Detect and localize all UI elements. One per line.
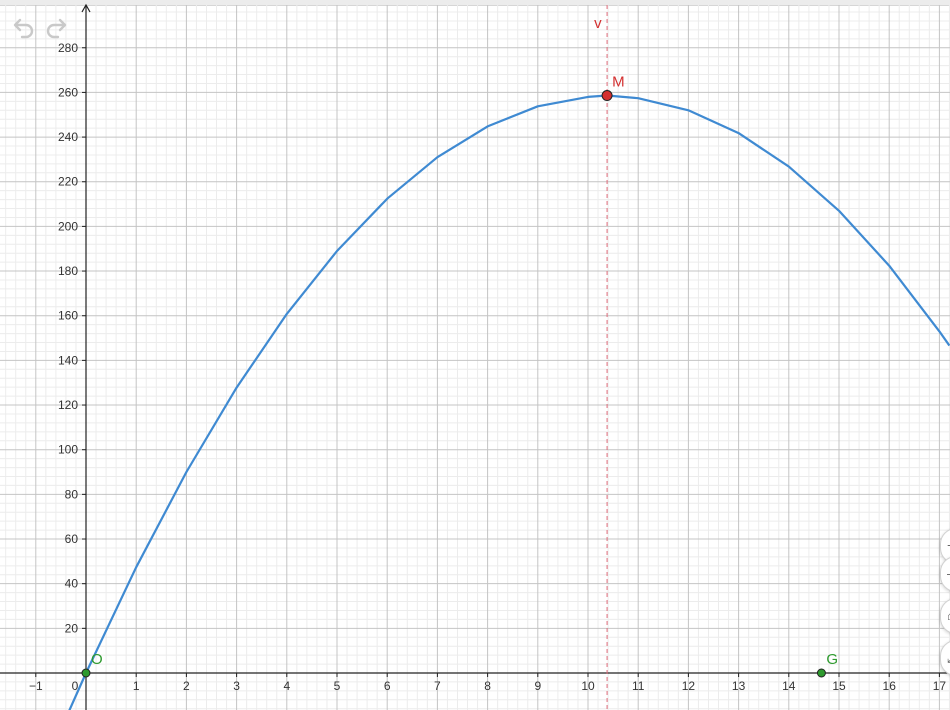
x-tick-label: 14 [782, 679, 796, 693]
x-tick-label: 7 [434, 679, 441, 693]
point-G[interactable] [816, 668, 826, 678]
point-label-M: M [612, 74, 625, 91]
y-tick-label: 60 [65, 532, 79, 546]
x-tick-label: 5 [334, 679, 341, 693]
y-tick-label: 80 [65, 487, 79, 501]
point-label-G: G [826, 651, 838, 668]
x-tick-label: 12 [682, 679, 696, 693]
x-tick-label: 2 [183, 679, 190, 693]
y-tick-label: 20 [65, 621, 79, 635]
x-tick-label: 17 [933, 679, 947, 693]
y-tick-label: 280 [58, 41, 78, 55]
y-tick-label: 100 [58, 443, 78, 457]
x-tick-label: 16 [883, 679, 897, 693]
y-tick-label: 40 [65, 577, 79, 591]
x-tick-label: −1 [29, 679, 43, 693]
x-tick-label: 1 [133, 679, 140, 693]
x-tick-label: 3 [233, 679, 240, 693]
y-tick-label: 200 [58, 219, 78, 233]
x-tick-label: 8 [484, 679, 491, 693]
y-tick-label: 220 [58, 175, 78, 189]
x-tick-label: 10 [581, 679, 595, 693]
x-tick-label: 15 [832, 679, 846, 693]
x-tick-label: 4 [283, 679, 290, 693]
x-tick-label: 6 [384, 679, 391, 693]
y-tick-label: 260 [58, 85, 78, 99]
minor-grid [0, 5, 950, 710]
point-O[interactable] [81, 668, 91, 678]
point-label-O: O [91, 651, 103, 668]
parabola-curve[interactable] [68, 94, 950, 710]
redo-icon[interactable] [44, 16, 70, 40]
undo-icon[interactable] [10, 16, 36, 40]
x-tick-label: 13 [732, 679, 746, 693]
y-tick-label: 240 [58, 130, 78, 144]
x-tick-label: 9 [534, 679, 541, 693]
y-tick-label: 160 [58, 309, 78, 323]
y-tick-label: 120 [58, 398, 78, 412]
x-tick-label: 11 [632, 679, 645, 693]
vertical-line-label: v [594, 15, 602, 32]
point-M[interactable] [601, 90, 613, 102]
y-tick-label: 140 [58, 353, 78, 367]
function-curve[interactable] [68, 94, 950, 710]
y-tick-label: 180 [58, 264, 78, 278]
graphics-view[interactable]: −1 0 1 2 3 4 5 6 7 8 9 10 11 12 13 14 15 16 17204060801001… [0, 0, 950, 710]
